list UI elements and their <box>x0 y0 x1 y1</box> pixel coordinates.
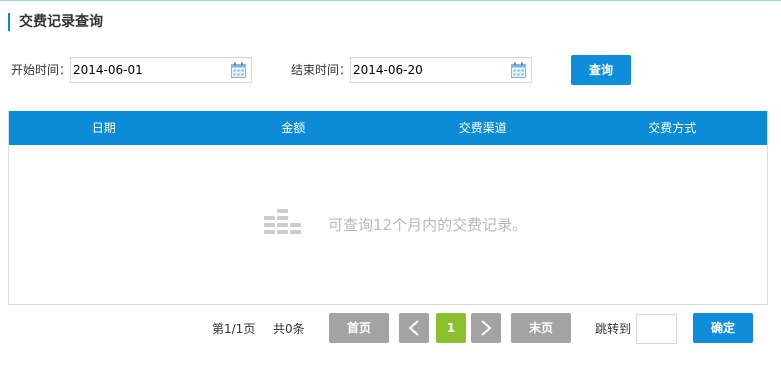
calendar-icon[interactable] <box>511 62 526 78</box>
column-header-date: 日期 <box>91 121 116 135</box>
jump-to-label: 跳转到 <box>595 322 632 336</box>
first-page-button[interactable]: 首页 <box>329 313 389 343</box>
chevron-right-icon <box>481 320 492 336</box>
calendar-icon[interactable] <box>231 62 246 78</box>
jump-page-input[interactable] <box>636 314 677 344</box>
column-header-channel: 交费渠道 <box>458 121 507 135</box>
page-info: 第1/1页 <box>212 322 256 336</box>
start-date-input[interactable] <box>70 57 252 83</box>
confirm-button[interactable]: 确定 <box>693 313 753 343</box>
records-table: 日期 金额 交费渠道 交费方式 可查询12个月内的交费记录。 <box>8 111 768 305</box>
current-page-button[interactable]: 1 <box>436 313 466 343</box>
empty-state: 可查询12个月内的交费记录。 <box>9 145 767 304</box>
top-divider <box>0 0 781 1</box>
end-date-label: 结束时间： <box>291 63 352 77</box>
empty-state-text: 可查询12个月内的交费记录。 <box>328 216 528 234</box>
chevron-left-icon <box>408 320 419 336</box>
end-date-input[interactable] <box>350 57 532 83</box>
column-header-method: 交费方式 <box>648 121 697 135</box>
empty-data-icon <box>263 209 303 241</box>
next-page-button[interactable] <box>471 313 501 343</box>
total-count: 共0条 <box>273 322 305 336</box>
column-header-amount: 金额 <box>281 121 306 135</box>
prev-page-button[interactable] <box>399 313 429 343</box>
query-button[interactable]: 查询 <box>571 55 631 85</box>
last-page-button[interactable]: 末页 <box>511 313 571 343</box>
page-title: 交费记录查询 <box>8 13 103 31</box>
start-date-label: 开始时间： <box>11 63 72 77</box>
table-header: 日期 金额 交费渠道 交费方式 <box>9 111 767 145</box>
